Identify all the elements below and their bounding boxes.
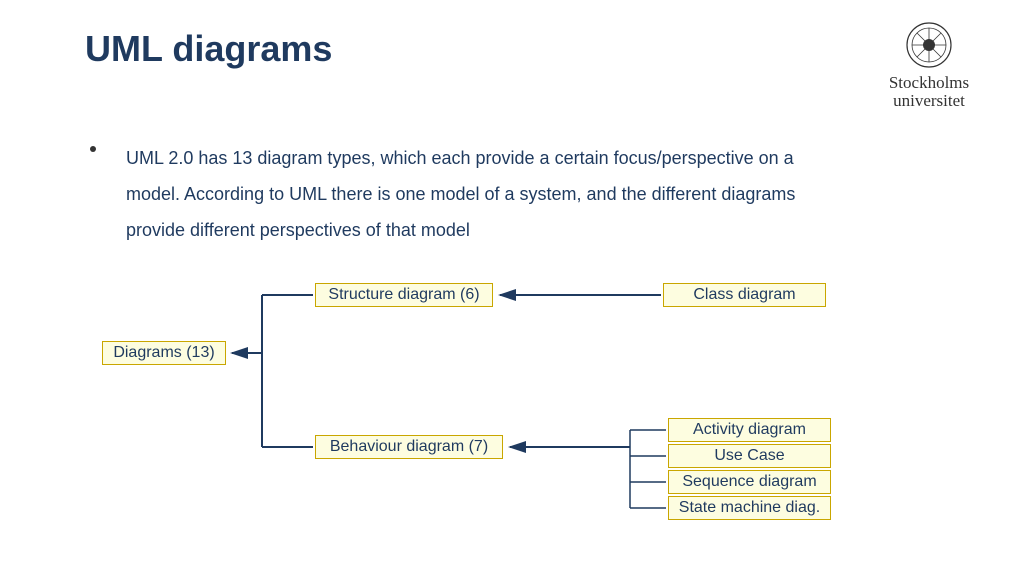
- slide: UML diagrams Stockholms universitet UML …: [0, 0, 1024, 576]
- node-structure: Structure diagram (6): [315, 283, 493, 307]
- node-behaviour: Behaviour diagram (7): [315, 435, 503, 459]
- bullet-dot-icon: [90, 146, 96, 152]
- node-usecase: Use Case: [668, 444, 831, 468]
- node-sequence: Sequence diagram: [668, 470, 831, 494]
- node-class: Class diagram: [663, 283, 826, 307]
- bullet-item: UML 2.0 has 13 diagram types, which each…: [90, 140, 850, 248]
- bullet-text: UML 2.0 has 13 diagram types, which each…: [126, 140, 850, 248]
- seal-icon: [904, 20, 954, 70]
- node-state: State machine diag.: [668, 496, 831, 520]
- connector-lines: [0, 0, 1024, 576]
- university-logo: Stockholms universitet: [874, 20, 984, 110]
- node-activity: Activity diagram: [668, 418, 831, 442]
- node-diagrams: Diagrams (13): [102, 341, 226, 365]
- logo-text-2: universitet: [874, 92, 984, 110]
- logo-text-1: Stockholms: [874, 74, 984, 92]
- page-title: UML diagrams: [85, 28, 332, 70]
